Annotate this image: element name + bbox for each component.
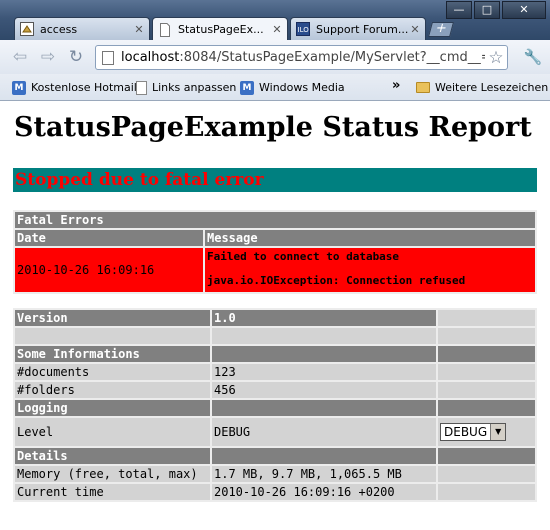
- empty-cell: [438, 382, 535, 398]
- memory-value: 1.7 MB, 9.7 MB, 1,065.5 MB: [212, 466, 436, 482]
- wrench-icon[interactable]: 🔧: [522, 47, 544, 67]
- log-level-select[interactable]: DEBUG ▼: [440, 423, 507, 441]
- empty-cell: [438, 400, 535, 416]
- empty-cell: [438, 346, 535, 362]
- fatal-errors-table: Fatal Errors Date Message 2010-10-26 16:…: [13, 210, 537, 294]
- status-banner: Stopped due to fatal error: [13, 168, 537, 192]
- reload-icon[interactable]: ↻: [66, 47, 86, 67]
- page-title: StatusPageExample Status Report: [14, 112, 532, 143]
- java-applet-icon: [20, 22, 34, 36]
- msn-icon: M: [240, 80, 254, 95]
- tab-access[interactable]: access ✕: [14, 17, 150, 40]
- blank-page-icon: [136, 80, 147, 95]
- version-label: Version: [15, 310, 210, 326]
- url-text[interactable]: localhost:8084/StatusPageExample/MyServl…: [121, 50, 485, 65]
- empty-cell: [212, 448, 436, 464]
- error-date: 2010-10-26 16:09:16: [15, 248, 203, 292]
- empty-cell: [15, 328, 210, 344]
- folder-icon: [416, 82, 430, 93]
- documents-value: 123: [212, 364, 436, 380]
- some-informations-heading: Some Informations: [15, 346, 210, 362]
- bookmark-star-icon[interactable]: ☆: [485, 48, 507, 68]
- svg-text:ILO: ILO: [298, 26, 310, 34]
- table-row: #folders 456: [15, 382, 535, 398]
- folders-value: 456: [212, 382, 436, 398]
- error-message-cell: Failed to connect to database java.io.IO…: [205, 248, 535, 292]
- forward-arrow-icon[interactable]: ⇨: [38, 47, 58, 67]
- error-exception: java.io.IOException: Connection refused: [207, 274, 466, 287]
- msn-icon: M: [12, 80, 26, 95]
- table-row: #documents 123: [15, 364, 535, 380]
- close-tab-icon[interactable]: ✕: [270, 23, 284, 36]
- tab-support-forum[interactable]: ILO Support Forum... ✕: [290, 17, 426, 40]
- window-controls: — □ ✕: [444, 1, 546, 19]
- current-time-value: 2010-10-26 16:09:16 +0200: [212, 484, 436, 500]
- column-header-message: Message: [205, 230, 535, 246]
- empty-cell: [438, 484, 535, 500]
- bookmark-windows-media[interactable]: M Windows Media: [240, 79, 345, 96]
- details-heading: Details: [15, 448, 210, 464]
- bookmark-label: Windows Media: [259, 81, 345, 94]
- tab-status-page[interactable]: StatusPageEx... ✕: [152, 17, 288, 41]
- bookmarks-overflow-chevron[interactable]: »: [392, 78, 400, 93]
- empty-cell: [212, 400, 436, 416]
- empty-cell: [438, 328, 535, 344]
- blank-page-icon: [160, 22, 170, 37]
- column-header-date: Date: [15, 230, 203, 246]
- other-bookmarks-label: Weitere Lesezeichen: [435, 81, 549, 94]
- empty-cell: [438, 448, 535, 464]
- current-time-label: Current time: [15, 484, 210, 500]
- navigation-toolbar: ⇦ ⇨ ↻ localhost:8084/StatusPageExample/M…: [0, 40, 550, 74]
- level-value: DEBUG: [212, 418, 436, 446]
- bookmark-links-anpassen[interactable]: Links anpassen: [136, 79, 236, 96]
- memory-label: Memory (free, total, max): [15, 466, 210, 482]
- empty-cell: [438, 364, 535, 380]
- close-tab-icon[interactable]: ✕: [408, 23, 422, 36]
- page-content: StatusPageExample Status Report Stopped …: [2, 101, 548, 528]
- tab-label: StatusPageEx...: [178, 23, 264, 36]
- ilo-icon: ILO: [296, 22, 310, 36]
- table-row: Memory (free, total, max) 1.7 MB, 9.7 MB…: [15, 466, 535, 482]
- status-info-table: Version 1.0 Some Informations #documents…: [13, 308, 537, 502]
- address-bar[interactable]: localhost:8084/StatusPageExample/MyServl…: [95, 45, 508, 70]
- table-row: Current time 2010-10-26 16:09:16 +0200: [15, 484, 535, 500]
- other-bookmarks[interactable]: Weitere Lesezeichen: [416, 79, 548, 96]
- empty-cell: [438, 466, 535, 482]
- fatal-errors-heading: Fatal Errors: [15, 212, 535, 228]
- bookmark-hotmail[interactable]: M Kostenlose Hotmail: [12, 79, 137, 96]
- chevron-down-icon[interactable]: ▼: [490, 424, 506, 440]
- tab-label: Support Forum...: [316, 22, 408, 36]
- new-tab-button[interactable]: +: [427, 21, 455, 37]
- empty-cell: [212, 328, 436, 344]
- back-arrow-icon[interactable]: ⇦: [10, 47, 30, 67]
- version-value: 1.0: [212, 310, 436, 326]
- bookmark-label: Kostenlose Hotmail: [31, 81, 137, 94]
- empty-cell: [438, 310, 535, 326]
- table-row: 2010-10-26 16:09:16 Failed to connect to…: [15, 248, 535, 292]
- level-select-cell: DEBUG ▼: [438, 418, 535, 446]
- page-icon: [102, 50, 114, 65]
- bookmark-label: Links anpassen: [152, 81, 237, 94]
- bookmarks-bar: M Kostenlose Hotmail Links anpassen M Wi…: [0, 74, 550, 101]
- logging-heading: Logging: [15, 400, 210, 416]
- table-row: Level DEBUG DEBUG ▼: [15, 418, 535, 446]
- tab-label: access: [40, 22, 78, 36]
- close-window-button[interactable]: ✕: [502, 1, 546, 19]
- folders-label: #folders: [15, 382, 210, 398]
- empty-cell: [212, 346, 436, 362]
- documents-label: #documents: [15, 364, 210, 380]
- maximize-button[interactable]: □: [474, 1, 500, 19]
- log-level-selected: DEBUG: [444, 425, 488, 439]
- error-message: Failed to connect to database: [207, 250, 400, 263]
- tab-strip: access ✕ StatusPageEx... ✕ ILO Support F…: [14, 17, 455, 41]
- level-label: Level: [15, 418, 210, 446]
- close-tab-icon[interactable]: ✕: [132, 23, 146, 36]
